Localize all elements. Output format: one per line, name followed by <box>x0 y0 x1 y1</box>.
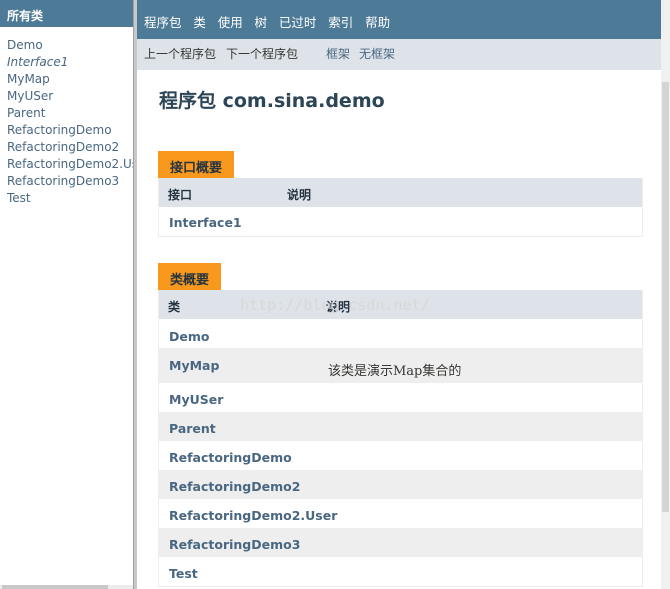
no-frames-link[interactable]: 无框架 <box>359 47 395 61</box>
interface-summary-caption: 接口概要 <box>158 151 235 178</box>
next-package-label: 下一个程序包 <box>226 47 299 61</box>
prev-package-label: 上一个程序包 <box>144 47 217 61</box>
all-classes-header: 所有类 <box>0 0 133 27</box>
all-classes-frame: 所有类 Demo Interface1 MyMap MyUSer Parent … <box>0 0 133 589</box>
table-header: 类 说明 <box>159 290 642 319</box>
frames-link[interactable]: 框架 <box>326 47 350 61</box>
sub-navbar: 上一个程序包 下一个程序包 框架 无框架 <box>137 39 670 70</box>
list-item: RefactoringDemo <box>7 122 133 139</box>
table-row: RefactoringDemo <box>159 441 642 470</box>
list-item: Parent <box>7 105 133 122</box>
nav-item-package[interactable]: 程序包 <box>144 15 182 30</box>
table-row: RefactoringDemo2.User <box>159 499 642 528</box>
class-link-parent[interactable]: Parent <box>169 421 216 436</box>
table-row: Interface1 <box>159 207 642 236</box>
package-summary-frame: 程序包 类 使用 树 已过时 索引 帮助 上一个程序包 下一个程序包 框架 无框架 程… <box>137 0 670 589</box>
nav-item-index[interactable]: 索引 <box>328 15 353 30</box>
class-link-myuser[interactable]: MyUSer <box>169 392 223 407</box>
interface-summary-table: 接口 说明 Interface1 <box>158 178 643 237</box>
list-item: MyMap <box>7 71 133 88</box>
nav-item-use[interactable]: 使用 <box>218 15 243 30</box>
class-link-parent[interactable]: Parent <box>7 106 45 120</box>
page-title: 程序包 com.sina.demo <box>159 90 385 112</box>
list-item: RefactoringDemo3 <box>7 173 133 190</box>
class-link-refactoringdemo[interactable]: RefactoringDemo <box>7 123 112 137</box>
class-link-refactoringdemo[interactable]: RefactoringDemo <box>169 450 292 465</box>
class-link-refactoringdemo3[interactable]: RefactoringDemo3 <box>169 537 300 552</box>
table-header: 接口 说明 <box>159 178 642 207</box>
top-navbar: 程序包 类 使用 树 已过时 索引 帮助 <box>137 0 670 39</box>
list-item: Demo <box>7 37 133 54</box>
list-item: RefactoringDemo2.User <box>7 156 133 173</box>
column-header-class: 类 <box>168 300 181 314</box>
class-link-refactoringdemo2-user[interactable]: RefactoringDemo2.User <box>169 508 337 523</box>
class-link-refactoringdemo2[interactable]: RefactoringDemo2 <box>7 140 119 154</box>
table-row: RefactoringDemo3 <box>159 528 642 557</box>
horizontal-scrollbar[interactable] <box>0 585 133 589</box>
class-link-mymap[interactable]: MyMap <box>7 72 50 86</box>
list-item: RefactoringDemo2 <box>7 139 133 156</box>
table-row: Parent <box>159 412 642 441</box>
column-header-description: 说明 <box>287 188 312 202</box>
table-row: MyUSer <box>159 383 642 412</box>
class-link-refactoringdemo2-user[interactable]: RefactoringDemo2.User <box>7 157 133 171</box>
nav-item-class[interactable]: 类 <box>193 15 206 30</box>
class-link-demo[interactable]: Demo <box>7 38 43 52</box>
class-link-test[interactable]: Test <box>169 566 198 581</box>
class-link-mymap[interactable]: MyMap <box>169 358 219 373</box>
class-link-refactoringdemo2[interactable]: RefactoringDemo2 <box>169 479 300 494</box>
table-row: Test <box>159 557 642 586</box>
nav-item-help[interactable]: 帮助 <box>365 15 390 30</box>
column-header-interface: 接口 <box>168 188 193 202</box>
table-row: Demo <box>159 319 642 348</box>
class-link-demo[interactable]: Demo <box>169 329 209 344</box>
list-item: MyUSer <box>7 88 133 105</box>
nav-item-tree[interactable]: 树 <box>255 15 268 30</box>
list-item: Test <box>7 190 133 207</box>
class-summary-caption: 类概要 <box>158 263 222 290</box>
table-row: MyMap 该类是演示Map集合的 <box>159 348 642 383</box>
list-item: Interface1 <box>7 54 133 71</box>
class-description-mymap: 该类是演示Map集合的 <box>328 364 462 379</box>
nav-item-deprecated[interactable]: 已过时 <box>279 15 317 30</box>
column-header-description: 说明 <box>326 300 351 314</box>
scrollbar-thumb[interactable] <box>662 82 669 512</box>
class-summary-table: 类 说明 Demo MyMap 该类是演示Map集合的 MyUSer Paren… <box>158 290 643 587</box>
class-link-test[interactable]: Test <box>7 191 31 205</box>
scrollbar-thumb[interactable] <box>2 585 108 589</box>
class-link-interface1[interactable]: Interface1 <box>7 55 68 69</box>
vertical-scrollbar[interactable] <box>661 0 670 589</box>
table-row: RefactoringDemo2 <box>159 470 642 499</box>
class-link-refactoringdemo3[interactable]: RefactoringDemo3 <box>7 174 119 188</box>
interface-link-interface1[interactable]: Interface1 <box>169 215 242 230</box>
all-classes-list: Demo Interface1 MyMap MyUSer Parent Refa… <box>0 27 133 207</box>
class-link-myuser[interactable]: MyUSer <box>7 89 53 103</box>
